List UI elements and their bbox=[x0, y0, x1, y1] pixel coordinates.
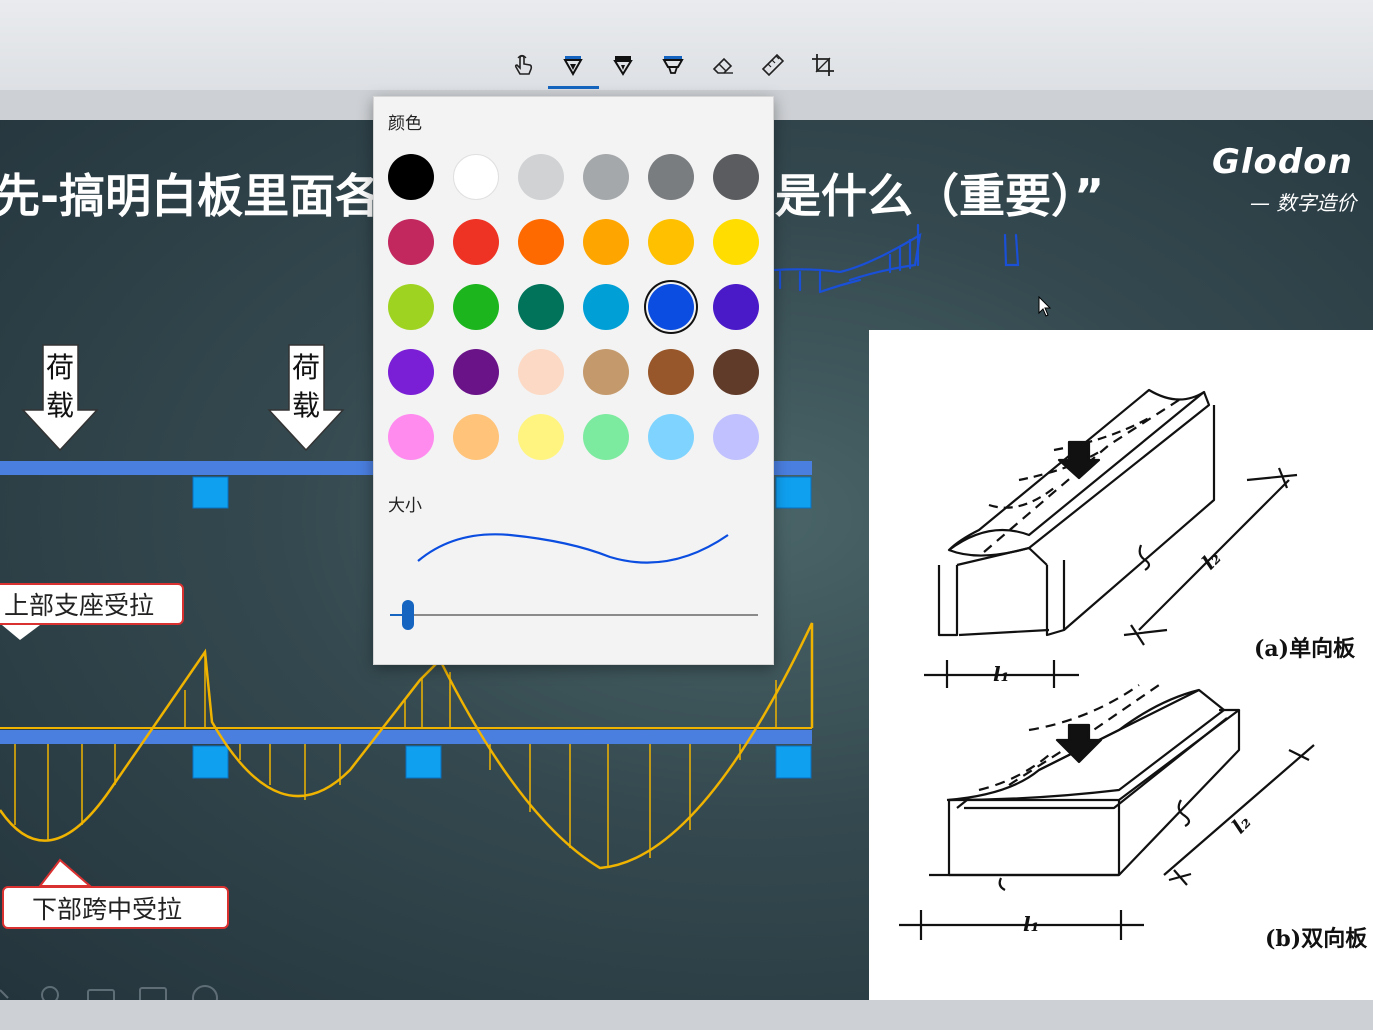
color-swatch[interactable] bbox=[518, 154, 564, 200]
ruler-icon bbox=[761, 53, 785, 77]
load-label-1-top: 荷 bbox=[45, 351, 74, 384]
color-swatch[interactable] bbox=[453, 414, 499, 460]
load-label-2-top: 荷 bbox=[291, 351, 320, 384]
color-swatch[interactable] bbox=[583, 349, 629, 395]
upper-support-1 bbox=[192, 476, 229, 509]
color-swatch[interactable] bbox=[453, 219, 499, 265]
color-swatch[interactable] bbox=[713, 154, 759, 200]
color-heading: 颜色 bbox=[388, 114, 422, 134]
color-swatch[interactable] bbox=[388, 219, 434, 265]
color-swatch[interactable] bbox=[453, 349, 499, 395]
ink-annotations bbox=[773, 223, 1020, 294]
color-swatch[interactable] bbox=[453, 154, 499, 200]
color-swatch[interactable] bbox=[388, 349, 434, 395]
highlighter-button[interactable] bbox=[656, 48, 690, 82]
color-swatch[interactable] bbox=[388, 284, 434, 330]
pencil-icon bbox=[613, 56, 633, 76]
load-label-2-bottom: 载 bbox=[291, 389, 320, 422]
color-swatch[interactable] bbox=[583, 284, 629, 330]
callout-bottom-midspan-tension: 下部跨中受拉 bbox=[2, 886, 229, 929]
upper-support-2 bbox=[775, 476, 812, 509]
dimension-l1-a: l₁ bbox=[993, 662, 1010, 686]
color-swatch[interactable] bbox=[518, 414, 564, 460]
size-slider-track[interactable] bbox=[390, 614, 758, 616]
gray-band-bottom bbox=[0, 1000, 1373, 1030]
figure-b-caption: (b)双向板 bbox=[1265, 926, 1368, 952]
callout-bottom-text: 下部跨中受拉 bbox=[32, 894, 183, 924]
size-heading: 大小 bbox=[388, 496, 422, 516]
touch-writing-button[interactable] bbox=[506, 48, 540, 82]
color-swatch[interactable] bbox=[713, 349, 759, 395]
lower-support-1 bbox=[192, 745, 229, 779]
lower-beam bbox=[0, 730, 812, 744]
load-label-1-bottom: 载 bbox=[45, 389, 74, 422]
color-swatch[interactable] bbox=[518, 284, 564, 330]
color-swatch[interactable] bbox=[648, 219, 694, 265]
color-swatch[interactable] bbox=[648, 284, 694, 330]
stroke-preview bbox=[417, 533, 729, 564]
color-swatch[interactable] bbox=[518, 349, 564, 395]
color-swatch[interactable] bbox=[648, 349, 694, 395]
highlighter-icon bbox=[662, 56, 684, 74]
color-swatch[interactable] bbox=[648, 414, 694, 460]
color-swatch[interactable] bbox=[583, 219, 629, 265]
color-swatch[interactable] bbox=[388, 154, 434, 200]
color-swatch[interactable] bbox=[583, 154, 629, 200]
color-swatch[interactable] bbox=[453, 284, 499, 330]
ballpoint-pen-icon bbox=[563, 56, 583, 77]
touch-hand-icon bbox=[514, 54, 533, 75]
callout-top-text: 上部支座受拉 bbox=[4, 591, 155, 620]
pencil-button[interactable] bbox=[606, 48, 640, 82]
dimension-l1-b: l₁ bbox=[1023, 912, 1040, 936]
crop-button[interactable] bbox=[806, 48, 840, 82]
figure-a-caption: (a)单向板 bbox=[1254, 636, 1356, 662]
slab-diagram bbox=[899, 388, 1315, 940]
color-swatch[interactable] bbox=[713, 284, 759, 330]
selected-tool-indicator bbox=[548, 86, 599, 89]
color-swatch[interactable] bbox=[518, 219, 564, 265]
eraser-button[interactable] bbox=[706, 48, 740, 82]
brand-tagline: — 数字造价 bbox=[1250, 191, 1357, 215]
color-swatch[interactable] bbox=[388, 414, 434, 460]
ruler-button[interactable] bbox=[756, 48, 790, 82]
color-swatch[interactable] bbox=[583, 414, 629, 460]
ballpoint-pen-button[interactable] bbox=[556, 48, 590, 82]
color-swatch[interactable] bbox=[648, 154, 694, 200]
callout-top-support-tension: 上部支座受拉 bbox=[0, 583, 184, 625]
color-swatch[interactable] bbox=[713, 219, 759, 265]
lower-support-3 bbox=[775, 745, 812, 779]
eraser-icon bbox=[712, 57, 733, 74]
crop-icon bbox=[812, 54, 834, 76]
color-swatch[interactable] bbox=[713, 414, 759, 460]
size-slider-thumb[interactable] bbox=[402, 600, 414, 630]
mouse-cursor-icon bbox=[1038, 296, 1052, 317]
brand-logo: Glodon bbox=[1212, 142, 1353, 182]
lower-support-2 bbox=[405, 745, 442, 779]
